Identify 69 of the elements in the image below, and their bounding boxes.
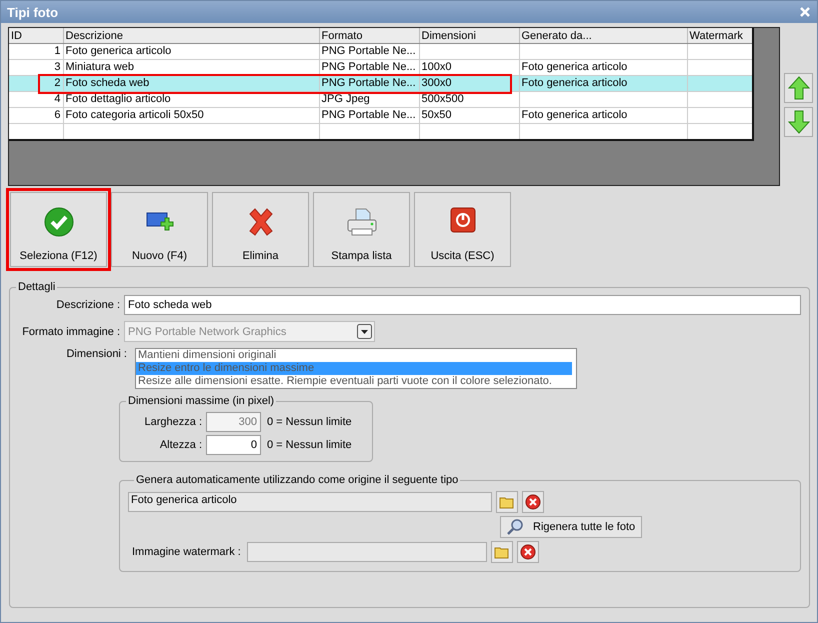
group-title: Dimensioni massime (in pixel) <box>127 395 276 407</box>
group-title: Dettagli <box>17 281 56 293</box>
table-cell: PNG Portable Ne... <box>322 77 416 89</box>
hint-text: 0 = Nessun limite <box>267 416 352 428</box>
column-header[interactable]: Formato <box>319 28 419 44</box>
printer-icon <box>346 207 378 237</box>
clear-button[interactable] <box>522 491 544 513</box>
table-cell: Foto generica articolo <box>522 77 628 89</box>
table-row[interactable]: 6 Foto categoria articoli 50x50 PNG Portable Ne... 50x50 Foto generica articolo <box>9 108 753 124</box>
field-label: Larghezza : <box>144 416 203 428</box>
description-field[interactable]: Foto scheda web <box>124 295 801 315</box>
up-arrow-icon <box>788 76 810 100</box>
window-title: Tipi foto <box>7 4 58 20</box>
table-cell: Foto generica articolo <box>522 61 628 73</box>
close-icon <box>799 6 811 18</box>
down-arrow-icon <box>788 110 810 134</box>
list-option[interactable]: Mantieni dimensioni originali <box>136 349 572 362</box>
table-cell: 2 <box>54 77 60 89</box>
column-header[interactable]: Watermark <box>687 28 753 44</box>
number-field[interactable]: 0 <box>206 435 261 455</box>
checkmark-icon <box>44 207 74 237</box>
table-cell: Miniatura web <box>66 61 134 73</box>
table-cell: 6 <box>54 109 60 121</box>
table-row[interactable]: 2 Foto scheda web PNG Portable Ne... 300x0 Foto generica articolo <box>9 76 753 92</box>
table-cell: 300x0 <box>422 77 452 89</box>
regenerate-button[interactable]: Rigenera tutte le foto <box>500 516 642 538</box>
field-label: Descrizione : <box>55 299 121 311</box>
table-cell: Foto dettaglio articolo <box>66 93 171 105</box>
table-cell: Foto generica articolo <box>66 45 172 57</box>
folder-icon <box>494 545 510 559</box>
move-down-button[interactable] <box>784 107 813 137</box>
power-icon <box>450 207 476 233</box>
table-row[interactable]: 4 Foto dettaglio articolo JPG Jpeg 500x500 <box>9 92 753 108</box>
list-option[interactable]: Resize alle dimensioni esatte. Riempie eventuali parti vuote con il colore selezionato. <box>136 375 572 388</box>
table-cell: PNG Portable Ne... <box>322 61 416 73</box>
hint-text: 0 = Nessun limite <box>267 439 352 451</box>
table-cell: 4 <box>54 93 60 105</box>
new-button[interactable]: Nuovo (F4) <box>111 192 208 267</box>
watermark-field[interactable] <box>246 542 487 562</box>
table-cell: 1 <box>54 45 60 57</box>
table-cell: 50x50 <box>422 109 452 121</box>
table-cell: PNG Portable Ne... <box>322 45 416 57</box>
field-label: Dimensioni : <box>65 348 128 360</box>
clear-icon <box>525 494 541 510</box>
table-cell: PNG Portable Ne... <box>322 109 416 121</box>
group-title: Genera automaticamente utilizzando come origine il seguente tipo <box>135 474 460 486</box>
print-button[interactable]: Stampa lista <box>313 192 410 267</box>
table-cell: JPG Jpeg <box>322 93 370 105</box>
field-label: Immagine watermark : <box>132 546 242 558</box>
table-cell: 3 <box>54 61 60 73</box>
column-header[interactable]: Generato da... <box>519 28 687 44</box>
column-header[interactable]: Dimensioni <box>419 28 519 44</box>
field-label: Formato immagine : <box>21 326 121 338</box>
column-header[interactable]: ID <box>9 28 63 44</box>
table-row[interactable]: 1 Foto generica articolo PNG Portable Ne... <box>9 44 753 60</box>
clear-button[interactable] <box>516 541 539 563</box>
folder-icon <box>499 495 515 509</box>
field-label: Altezza : <box>158 439 203 451</box>
table-cell: Foto scheda web <box>66 77 150 89</box>
exit-button[interactable]: Uscita (ESC) <box>414 192 511 267</box>
clear-icon <box>520 544 536 560</box>
table-cell: 500x500 <box>422 93 464 105</box>
delete-button[interactable]: Elimina <box>212 192 309 267</box>
table-cell: 100x0 <box>422 61 452 73</box>
table-cell: Foto categoria articoli 50x50 <box>66 109 204 121</box>
table-cell: Foto generica articolo <box>522 109 628 121</box>
column-header[interactable]: Descrizione <box>63 28 319 44</box>
move-up-button[interactable] <box>784 73 813 103</box>
source-field[interactable]: Foto generica articolo <box>128 492 492 512</box>
